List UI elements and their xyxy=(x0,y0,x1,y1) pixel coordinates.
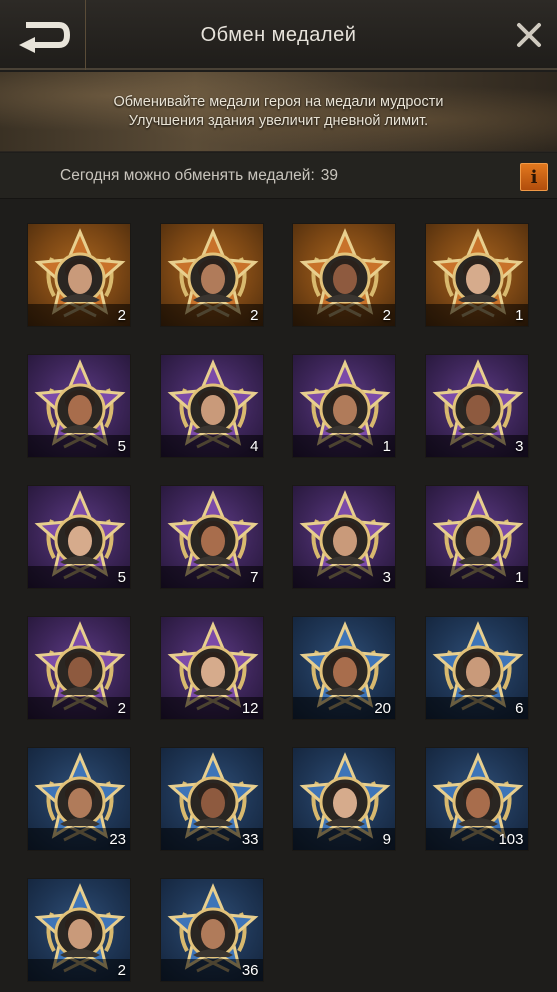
daily-limit-label: Сегодня можно обменять медалей: xyxy=(60,167,315,184)
count-strip xyxy=(425,566,528,588)
medal-count: 1 xyxy=(515,307,524,324)
daily-limit-bar: Сегодня можно обменять медалей: 39 xyxy=(0,153,557,199)
medal-card[interactable]: 23 xyxy=(27,747,131,851)
medal-card[interactable]: 20 xyxy=(292,616,396,720)
medal-grid: 2 2 2 1 5 4 1 3 5 7 3 1 2 12 20 6 23 33 9 103 2 36 xyxy=(27,223,532,982)
medal-count: 2 xyxy=(117,307,126,324)
medal-count: 1 xyxy=(382,438,391,455)
page-title: Обмен медалей xyxy=(200,23,357,46)
medal-count: 23 xyxy=(109,831,126,848)
medal-count: 5 xyxy=(117,569,126,586)
medal-count: 12 xyxy=(241,700,259,717)
count-strip xyxy=(160,435,263,457)
medal-card[interactable]: 4 xyxy=(159,354,264,458)
count-strip xyxy=(293,828,395,850)
count-strip xyxy=(28,959,130,981)
count-strip xyxy=(160,304,263,326)
medal-card[interactable]: 6 xyxy=(424,616,529,720)
medal-card[interactable]: 12 xyxy=(159,616,264,720)
medal-count: 2 xyxy=(117,700,126,717)
medal-card[interactable]: 9 xyxy=(292,747,396,851)
count-strip xyxy=(293,566,395,588)
banner-line-1: Обменивайте медали героя на медали мудро… xyxy=(113,93,444,110)
medal-count: 6 xyxy=(515,700,524,717)
medal-count: 4 xyxy=(250,438,259,455)
count-strip xyxy=(425,304,528,326)
close-icon xyxy=(517,23,541,47)
info-button[interactable]: i xyxy=(520,163,548,191)
medal-card[interactable]: 33 xyxy=(159,747,264,851)
medal-card[interactable]: 2 xyxy=(27,878,131,982)
count-strip xyxy=(293,435,395,457)
info-banner: Обменивайте медали героя на медали мудро… xyxy=(0,72,557,152)
close-button[interactable] xyxy=(509,15,549,55)
medal-card[interactable]: 2 xyxy=(292,223,396,327)
medal-count: 36 xyxy=(241,962,259,979)
medal-card[interactable]: 1 xyxy=(424,485,529,589)
medal-count: 1 xyxy=(515,569,524,586)
count-strip xyxy=(28,566,130,588)
medal-card[interactable]: 7 xyxy=(159,485,264,589)
medal-count: 2 xyxy=(117,962,126,979)
count-strip xyxy=(28,304,130,326)
medal-count: 7 xyxy=(250,569,259,586)
count-strip xyxy=(160,566,263,588)
banner-line-2: Улучшения здания увеличит дневной лимит. xyxy=(128,112,429,129)
medal-card[interactable]: 2 xyxy=(159,223,264,327)
medal-card[interactable]: 36 xyxy=(159,878,264,982)
medal-count: 3 xyxy=(515,438,524,455)
medal-count: 5 xyxy=(117,438,126,455)
medal-card[interactable]: 2 xyxy=(27,616,131,720)
back-button[interactable] xyxy=(0,0,86,70)
back-arrow-icon xyxy=(18,22,70,53)
medal-count: 2 xyxy=(250,307,259,324)
medal-count: 9 xyxy=(382,831,391,848)
count-strip xyxy=(425,697,528,719)
count-strip xyxy=(293,304,395,326)
medal-card[interactable]: 3 xyxy=(292,485,396,589)
medal-count: 20 xyxy=(374,700,391,717)
count-strip xyxy=(425,435,528,457)
medal-count: 33 xyxy=(241,831,259,848)
medal-card[interactable]: 2 xyxy=(27,223,131,327)
medal-card[interactable]: 3 xyxy=(424,354,529,458)
count-strip xyxy=(28,435,130,457)
medal-count: 2 xyxy=(382,307,391,324)
medal-card[interactable]: 103 xyxy=(424,747,529,851)
medal-count: 3 xyxy=(382,569,391,586)
medal-card[interactable]: 5 xyxy=(27,485,131,589)
daily-limit-text: Сегодня можно обменять медалей: 39 xyxy=(60,153,338,199)
medal-count: 103 xyxy=(498,831,524,848)
daily-limit-value: 39 xyxy=(320,167,339,184)
header: Обмен медалей xyxy=(0,0,557,70)
medal-card[interactable]: 1 xyxy=(292,354,396,458)
medal-card[interactable]: 5 xyxy=(27,354,131,458)
count-strip xyxy=(28,697,130,719)
medal-card[interactable]: 1 xyxy=(424,223,529,327)
